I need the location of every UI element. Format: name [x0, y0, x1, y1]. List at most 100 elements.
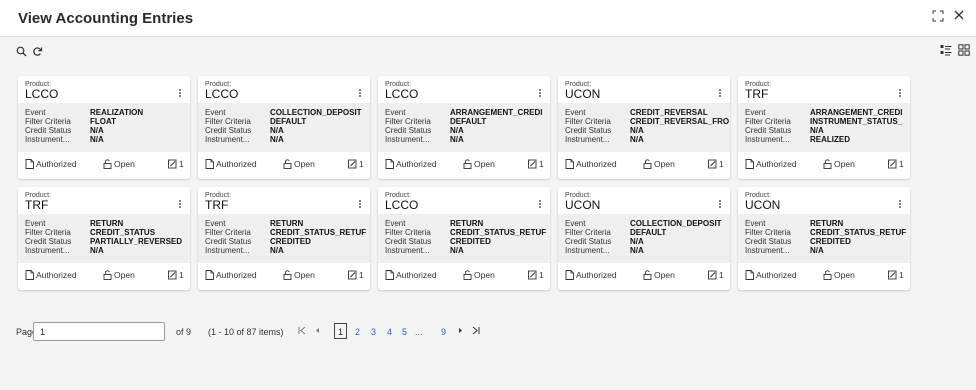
page-link[interactable]: 5 [402, 327, 407, 337]
open-status[interactable]: Open [823, 270, 855, 280]
event-value: ARRANGEMENT_CREDI [450, 108, 543, 117]
event-value: RETURN [810, 219, 844, 228]
event-label: Event [565, 219, 586, 228]
entry-card[interactable]: Product: TRF Event RETURN Filter Criteria… [18, 187, 190, 290]
kebab-menu-icon[interactable] [899, 89, 902, 99]
page-link[interactable]: 9 [441, 327, 446, 337]
open-label: Open [654, 270, 675, 280]
edit-count-value: 1 [539, 270, 544, 280]
kebab-menu-icon[interactable] [179, 89, 182, 99]
edit-count[interactable]: 1 [348, 270, 364, 280]
edit-count[interactable]: 1 [888, 270, 904, 280]
kebab-menu-icon[interactable] [899, 200, 902, 210]
close-icon[interactable] [953, 9, 965, 24]
document-icon [565, 270, 574, 280]
expand-icon[interactable] [932, 10, 944, 25]
filter-criteria-label: Filter Criteria [385, 117, 431, 126]
filter-criteria-value: CREDIT_STATUS_RETUF [450, 228, 547, 237]
kebab-menu-icon[interactable] [359, 89, 362, 99]
edit-icon [708, 159, 717, 169]
open-status[interactable]: Open [463, 270, 495, 280]
page-link-current[interactable]: 1 [334, 323, 347, 339]
authorized-status[interactable]: Authorized [745, 270, 797, 280]
card-footer: Authorized Open 1 [198, 159, 370, 173]
list-view-icon[interactable] [940, 43, 952, 61]
page-link[interactable]: 4 [387, 327, 392, 337]
open-status[interactable]: Open [823, 159, 855, 169]
next-page-icon[interactable] [458, 326, 464, 337]
authorized-status[interactable]: Authorized [385, 270, 437, 280]
entry-card[interactable]: Product: LCCO Event COLLECTION_DEPOSIT Fi… [198, 76, 370, 179]
kebab-menu-icon[interactable] [359, 200, 362, 210]
open-status[interactable]: Open [463, 159, 495, 169]
entry-card[interactable]: Product: LCCO Event RETURN Filter Criteri… [378, 187, 550, 290]
instrument-value: N/A [630, 135, 644, 144]
product-value: TRF [25, 198, 49, 212]
open-label: Open [114, 270, 135, 280]
edit-count[interactable]: 1 [708, 159, 724, 169]
document-icon [25, 159, 34, 169]
kebab-menu-icon[interactable] [539, 89, 542, 99]
edit-count[interactable]: 1 [528, 159, 544, 169]
authorized-label: Authorized [216, 270, 257, 280]
edit-count[interactable]: 1 [348, 159, 364, 169]
kebab-menu-icon[interactable] [539, 200, 542, 210]
open-status[interactable]: Open [103, 270, 135, 280]
entry-card[interactable]: Product: UCON Event RETURN Filter Criteri… [738, 187, 910, 290]
product-value: TRF [205, 198, 229, 212]
open-status[interactable]: Open [283, 270, 315, 280]
kebab-menu-icon[interactable] [719, 200, 722, 210]
filter-criteria-value: FLOAT [90, 117, 117, 126]
authorized-status[interactable]: Authorized [25, 159, 77, 169]
filter-criteria-label: Filter Criteria [25, 117, 71, 126]
last-page-icon[interactable] [472, 326, 480, 337]
page-input[interactable] [33, 322, 165, 341]
page-link[interactable]: 2 [355, 327, 360, 337]
event-label: Event [565, 108, 586, 117]
entry-card[interactable]: Product: TRF Event ARRANGEMENT_CREDI Filt… [738, 76, 910, 179]
grid-view-icon[interactable] [958, 43, 970, 61]
edit-count[interactable]: 1 [888, 159, 904, 169]
first-page-icon[interactable] [298, 326, 306, 337]
edit-count[interactable]: 1 [168, 270, 184, 280]
edit-count[interactable]: 1 [168, 159, 184, 169]
entry-card[interactable]: Product: UCON Event CREDIT_REVERSAL Filte… [558, 76, 730, 179]
edit-count-value: 1 [719, 159, 724, 169]
entry-card[interactable]: Product: TRF Event RETURN Filter Criteria… [198, 187, 370, 290]
page-link[interactable]: 3 [371, 327, 376, 337]
kebab-menu-icon[interactable] [179, 200, 182, 210]
refresh-icon[interactable] [32, 44, 43, 62]
open-status[interactable]: Open [103, 159, 135, 169]
authorized-status[interactable]: Authorized [385, 159, 437, 169]
authorized-label: Authorized [36, 270, 77, 280]
unlock-icon [463, 159, 472, 169]
filter-criteria-label: Filter Criteria [385, 228, 431, 237]
authorized-status[interactable]: Authorized [205, 159, 257, 169]
open-status[interactable]: Open [643, 270, 675, 280]
edit-icon [528, 270, 537, 280]
credit-status-label: Credit Status [565, 126, 612, 135]
filter-criteria-label: Filter Criteria [25, 228, 71, 237]
kebab-menu-icon[interactable] [719, 89, 722, 99]
entry-card[interactable]: Product: UCON Event COLLECTION_DEPOSIT Fi… [558, 187, 730, 290]
page-ellipsis[interactable]: ... [415, 327, 423, 337]
authorized-status[interactable]: Authorized [565, 159, 617, 169]
open-label: Open [834, 270, 855, 280]
authorized-status[interactable]: Authorized [205, 270, 257, 280]
search-icon[interactable] [16, 44, 27, 62]
authorized-status[interactable]: Authorized [565, 270, 617, 280]
authorized-label: Authorized [756, 270, 797, 280]
credit-status-label: Credit Status [205, 126, 252, 135]
instrument-label: Instrument... [205, 135, 250, 144]
edit-count[interactable]: 1 [708, 270, 724, 280]
open-status[interactable]: Open [283, 159, 315, 169]
authorized-status[interactable]: Authorized [745, 159, 797, 169]
card-footer: Authorized Open 1 [18, 159, 190, 173]
edit-count[interactable]: 1 [528, 270, 544, 280]
entry-card[interactable]: Product: LCCO Event ARRANGEMENT_CREDI Fil… [378, 76, 550, 179]
instrument-label: Instrument... [25, 246, 70, 255]
authorized-status[interactable]: Authorized [25, 270, 77, 280]
open-status[interactable]: Open [643, 159, 675, 169]
entry-card[interactable]: Product: LCCO Event REALIZATION Filter Cr… [18, 76, 190, 179]
prev-page-icon[interactable] [314, 326, 320, 337]
